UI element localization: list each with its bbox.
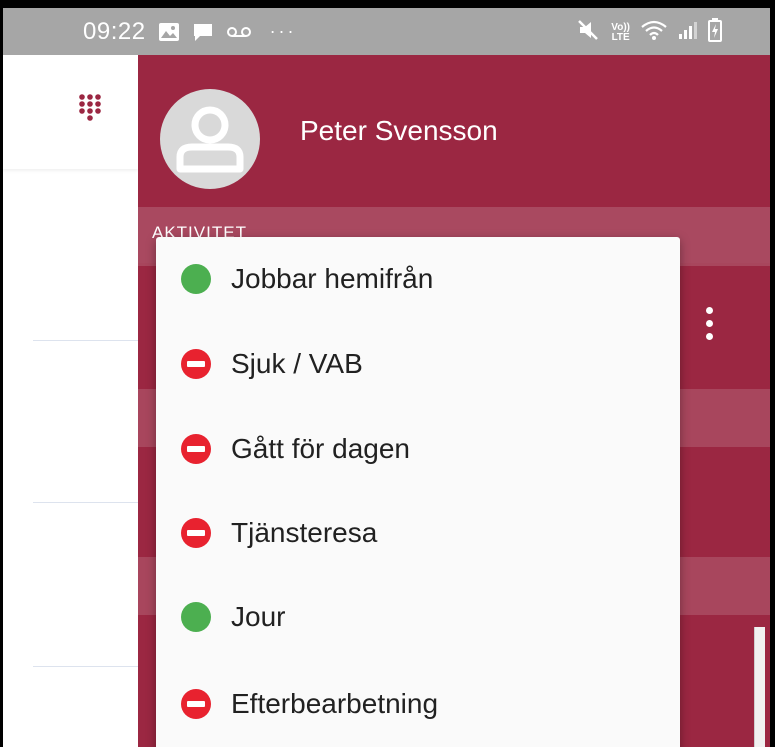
menu-item-label: Gått för dagen [231,433,411,464]
background-header [3,55,138,169]
menu-item-sjuk-vab[interactable]: Sjuk / VAB [156,322,680,406]
status-busy-icon [181,689,211,719]
battery-icon [708,18,722,47]
menu-item-label: Efterbearbetning [231,688,439,719]
phone-screen: 09:22 ··· Vo)) LTE Peter Svensson AKTIVI… [0,0,775,747]
dialpad-icon[interactable] [78,93,102,127]
status-busy-icon [181,434,211,464]
status-available-icon [181,264,211,294]
activity-menu: Jobbar hemifrån Sjuk / VAB Gått för dage… [156,237,680,747]
status-bar: 09:22 ··· Vo)) LTE [3,8,770,55]
status-busy-icon [181,349,211,379]
menu-item-jobbar-hemifran[interactable]: Jobbar hemifrån [156,237,680,321]
volte-icon: Vo)) LTE [611,21,630,43]
menu-item-label: Tjänsteresa [231,517,378,548]
menu-item-label: Jour [231,601,286,632]
chat-icon [192,22,214,42]
menu-item-gatt-for-dagen[interactable]: Gått för dagen [156,407,680,491]
person-icon [176,106,244,173]
list-divider [33,666,138,667]
more-options-icon[interactable] [706,307,714,346]
menu-item-jour[interactable]: Jour [156,575,680,659]
user-name: Peter Svensson [300,115,498,146]
menu-item-label: Sjuk / VAB [231,348,363,379]
status-available-icon [181,602,211,632]
voicemail-icon [226,25,252,39]
wifi-icon [640,19,668,46]
background-panel [3,55,138,747]
menu-item-label: Jobbar hemifrån [231,263,434,294]
menu-item-efterbearbetning[interactable]: Efterbearbetning [156,662,680,746]
mute-icon [577,19,601,46]
status-busy-icon [181,518,211,548]
scroll-edge [754,627,765,747]
list-divider [33,502,138,503]
menu-item-tjansteresa[interactable]: Tjänsteresa [156,491,680,575]
signal-icon [678,20,698,45]
list-divider [33,340,138,341]
more-notifications-icon: ··· [269,21,297,41]
avatar[interactable] [160,89,260,189]
image-icon [158,22,180,42]
status-time: 09:22 [83,17,146,45]
